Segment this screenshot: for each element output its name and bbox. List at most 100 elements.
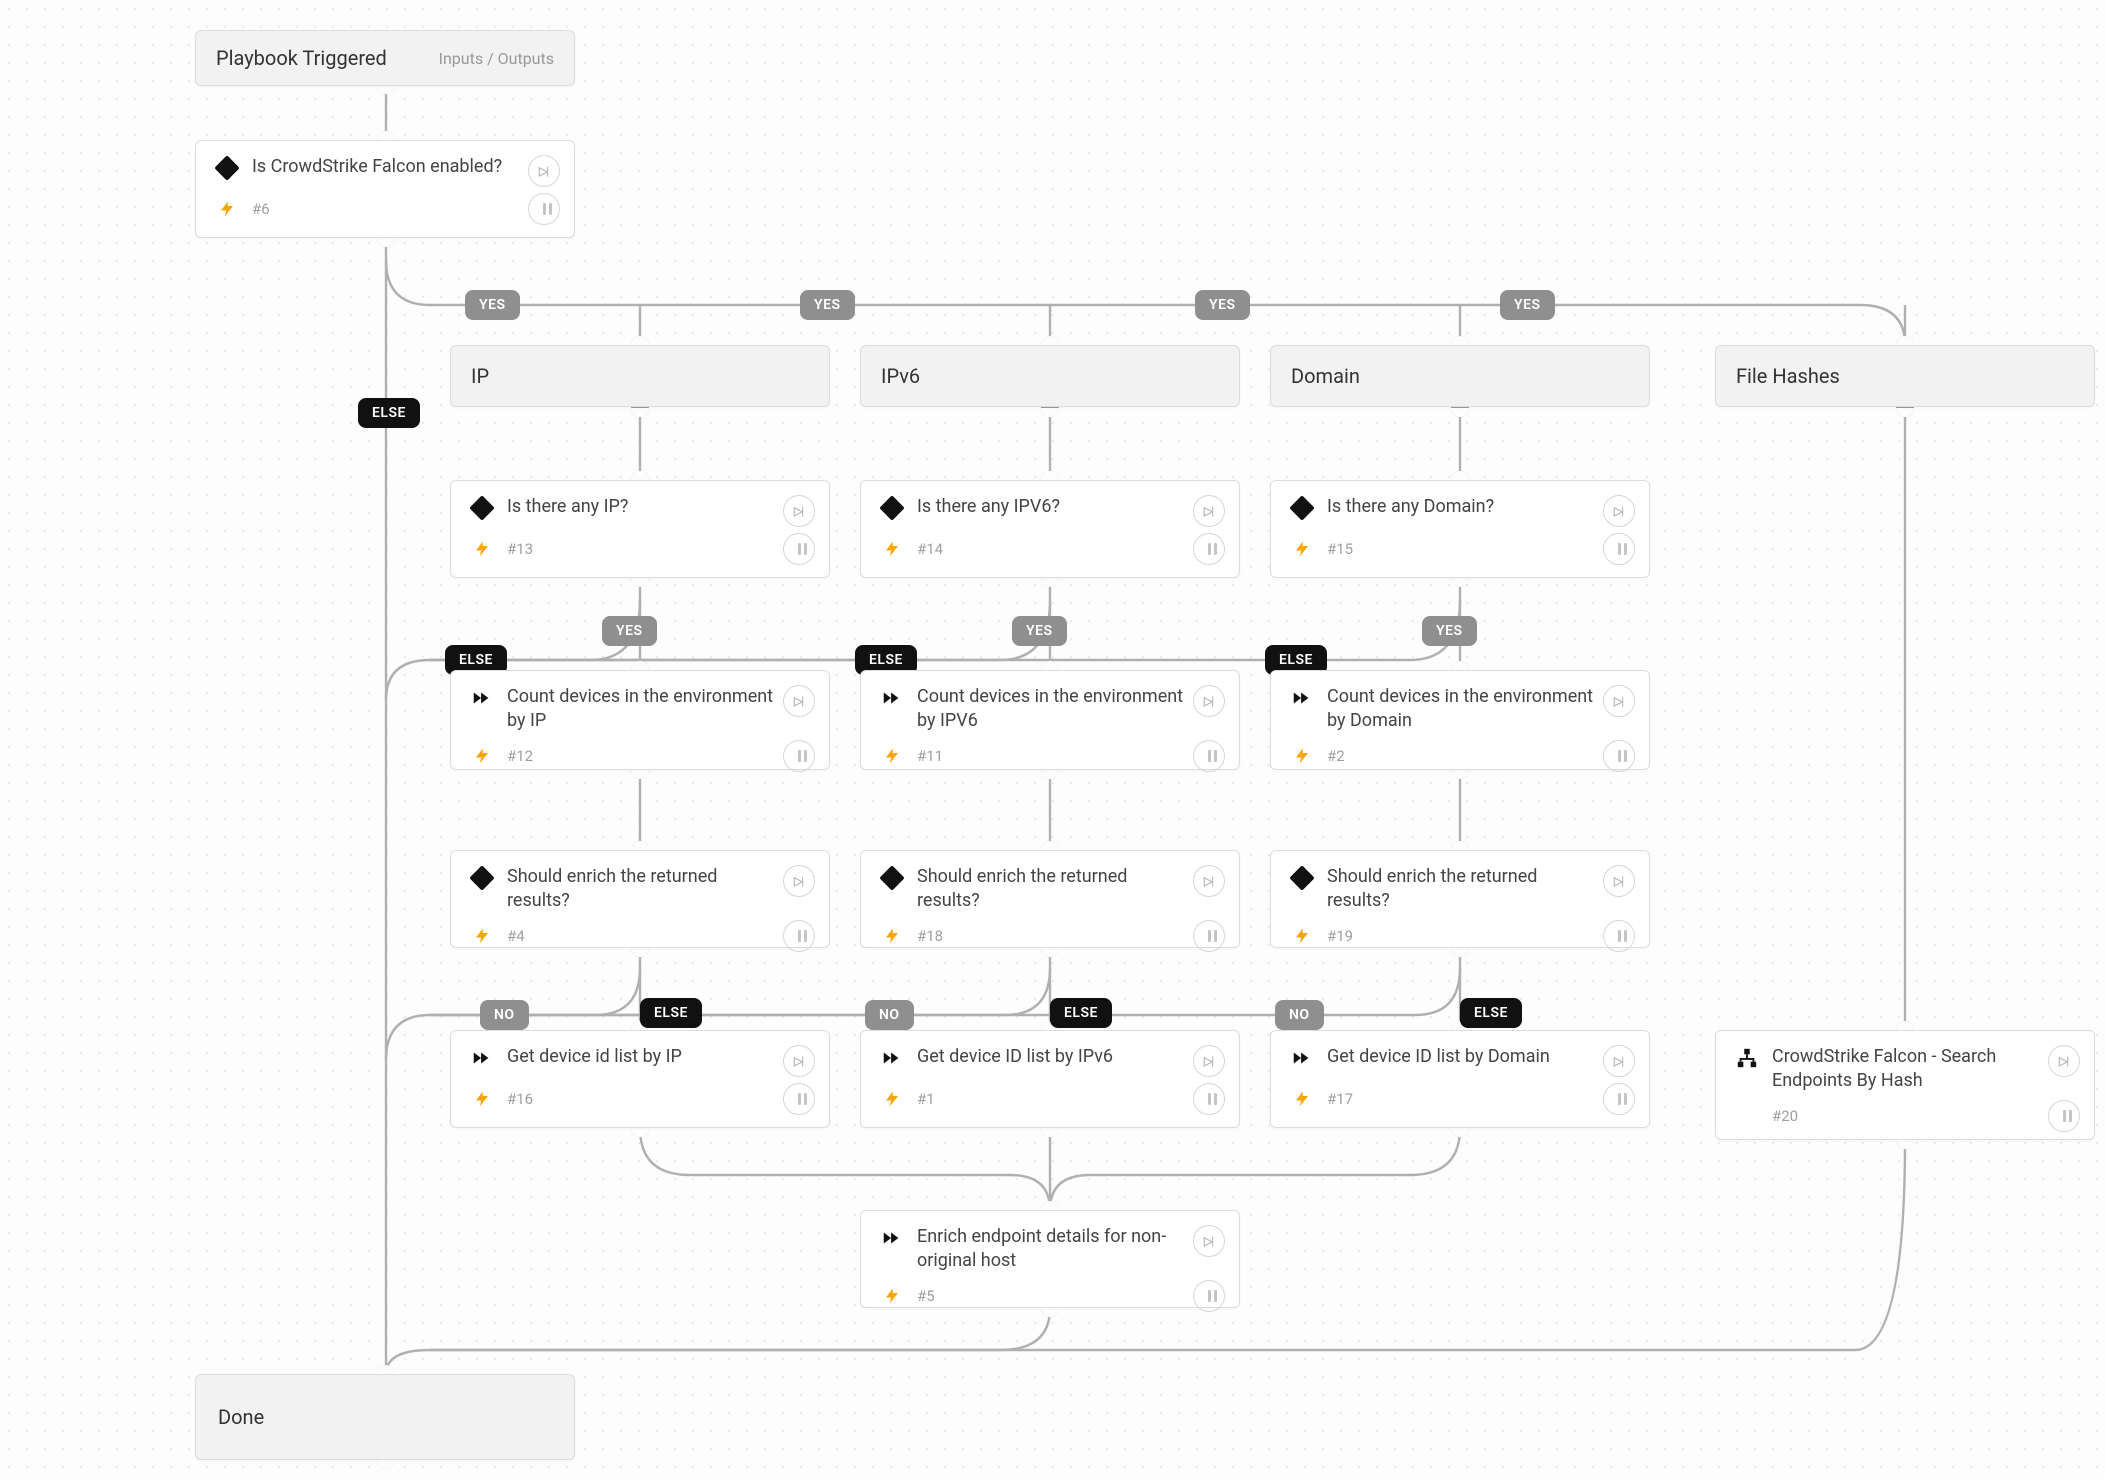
branch-else: ELSE: [1460, 998, 1522, 1028]
run-skip-icon[interactable]: [783, 865, 815, 897]
task-is-there-any-ip[interactable]: Is there any IP? #13: [450, 480, 830, 578]
task-count-devices-ip[interactable]: Count devices in the environment by IP #…: [450, 670, 830, 770]
diamond-icon: [879, 865, 905, 891]
task-tag: #14: [917, 540, 1193, 558]
pause-icon[interactable]: [2048, 1100, 2080, 1132]
bolt-icon: [879, 923, 905, 949]
task-tag: #1: [917, 1090, 1193, 1108]
inputs-outputs-link[interactable]: Inputs / Outputs: [439, 49, 554, 68]
run-skip-icon[interactable]: [1603, 685, 1635, 717]
node-title: Done: [218, 1405, 264, 1429]
run-skip-icon[interactable]: [1603, 495, 1635, 527]
run-skip-icon[interactable]: [1193, 1225, 1225, 1257]
pause-icon[interactable]: [1603, 533, 1635, 565]
task-tag: #5: [917, 1287, 1193, 1305]
section-title: File Hashes: [1736, 364, 2074, 388]
bolt-icon: [469, 1086, 495, 1112]
node-title: Playbook Triggered: [216, 46, 439, 70]
task-count-devices-domain[interactable]: Count devices in the environment by Doma…: [1270, 670, 1650, 770]
task-get-device-id-ip[interactable]: Get device id list by IP #16: [450, 1030, 830, 1128]
task-is-there-any-domain[interactable]: Is there any Domain? #15: [1270, 480, 1650, 578]
spacer: [1734, 1103, 1760, 1129]
run-skip-icon[interactable]: [1193, 865, 1225, 897]
pause-icon[interactable]: [1193, 920, 1225, 952]
run-skip-icon[interactable]: [1193, 685, 1225, 717]
section-ip[interactable]: IP: [450, 345, 830, 407]
task-should-enrich-ipv6[interactable]: Should enrich the returned results? #18: [860, 850, 1240, 948]
task-title: Is there any IPV6?: [917, 495, 1193, 519]
task-title: Get device ID list by IPv6: [917, 1045, 1193, 1069]
diamond-icon: [1289, 495, 1315, 521]
task-title: CrowdStrike Falcon - Search Endpoints By…: [1772, 1045, 2048, 1094]
task-count-devices-ipv6[interactable]: Count devices in the environment by IPV6…: [860, 670, 1240, 770]
task-title: Get device id list by IP: [507, 1045, 783, 1069]
task-tag: #16: [507, 1090, 783, 1108]
playbook-triggered-node[interactable]: Playbook Triggered Inputs / Outputs: [195, 30, 575, 86]
task-tag: #6: [252, 200, 528, 218]
bolt-icon: [879, 1283, 905, 1309]
task-tag: #11: [917, 747, 1193, 765]
done-node[interactable]: Done: [195, 1374, 575, 1460]
diamond-icon: [879, 495, 905, 521]
task-tag: #20: [1772, 1107, 2048, 1125]
pause-icon[interactable]: [783, 1083, 815, 1115]
chevrons-icon: [1289, 1045, 1315, 1071]
task-tag: #19: [1327, 927, 1603, 945]
section-ipv6[interactable]: IPv6: [860, 345, 1240, 407]
section-domain[interactable]: Domain: [1270, 345, 1650, 407]
diamond-icon: [469, 495, 495, 521]
task-title: Should enrich the returned results?: [917, 865, 1193, 914]
run-skip-icon[interactable]: [2048, 1045, 2080, 1077]
chevrons-icon: [879, 1225, 905, 1251]
run-skip-icon[interactable]: [1603, 1045, 1635, 1077]
run-skip-icon[interactable]: [783, 495, 815, 527]
bolt-icon: [1289, 536, 1315, 562]
branch-yes: YES: [1195, 290, 1250, 320]
task-get-device-id-ipv6[interactable]: Get device ID list by IPv6 #1: [860, 1030, 1240, 1128]
task-title: Count devices in the environment by Doma…: [1327, 685, 1603, 734]
task-is-there-any-ipv6[interactable]: Is there any IPV6? #14: [860, 480, 1240, 578]
pause-icon[interactable]: [783, 920, 815, 952]
chevrons-icon: [469, 1045, 495, 1071]
task-should-enrich-ip[interactable]: Should enrich the returned results? #4: [450, 850, 830, 948]
run-skip-icon[interactable]: [1193, 1045, 1225, 1077]
task-title: Should enrich the returned results?: [507, 865, 783, 914]
section-file-hashes[interactable]: File Hashes: [1715, 345, 2095, 407]
pause-icon[interactable]: [1603, 1083, 1635, 1115]
task-title: Get device ID list by Domain: [1327, 1045, 1603, 1069]
task-get-device-id-domain[interactable]: Get device ID list by Domain #17: [1270, 1030, 1650, 1128]
task-title: Count devices in the environment by IP: [507, 685, 783, 734]
bolt-icon: [879, 536, 905, 562]
task-title: Is there any IP?: [507, 495, 783, 519]
pause-icon[interactable]: [1193, 740, 1225, 772]
task-should-enrich-domain[interactable]: Should enrich the returned results? #19: [1270, 850, 1650, 948]
pause-icon[interactable]: [1193, 1083, 1225, 1115]
pause-icon[interactable]: [1603, 920, 1635, 952]
branch-yes: YES: [602, 616, 657, 646]
bolt-icon: [1289, 743, 1315, 769]
pause-icon[interactable]: [1603, 740, 1635, 772]
run-skip-icon[interactable]: [1603, 865, 1635, 897]
task-is-crowdstrike-enabled[interactable]: Is CrowdStrike Falcon enabled? #6: [195, 140, 575, 238]
task-title: Count devices in the environment by IPV6: [917, 685, 1193, 734]
run-skip-icon[interactable]: [1193, 495, 1225, 527]
pause-icon[interactable]: [1193, 533, 1225, 565]
task-tag: #15: [1327, 540, 1603, 558]
run-skip-icon[interactable]: [528, 155, 560, 187]
pause-icon[interactable]: [1193, 1280, 1225, 1312]
section-title: IP: [471, 364, 809, 388]
pause-icon[interactable]: [783, 740, 815, 772]
pause-icon[interactable]: [783, 533, 815, 565]
chevrons-icon: [1289, 685, 1315, 711]
branch-no: NO: [480, 1000, 529, 1030]
task-search-endpoints-by-hash[interactable]: CrowdStrike Falcon - Search Endpoints By…: [1715, 1030, 2095, 1140]
pause-icon[interactable]: [528, 193, 560, 225]
run-skip-icon[interactable]: [783, 685, 815, 717]
task-enrich-endpoint-details[interactable]: Enrich endpoint details for non-original…: [860, 1210, 1240, 1308]
bolt-icon: [214, 196, 240, 222]
run-skip-icon[interactable]: [783, 1045, 815, 1077]
bolt-icon: [879, 743, 905, 769]
task-tag: #4: [507, 927, 783, 945]
chevrons-icon: [469, 685, 495, 711]
chevrons-icon: [879, 1045, 905, 1071]
